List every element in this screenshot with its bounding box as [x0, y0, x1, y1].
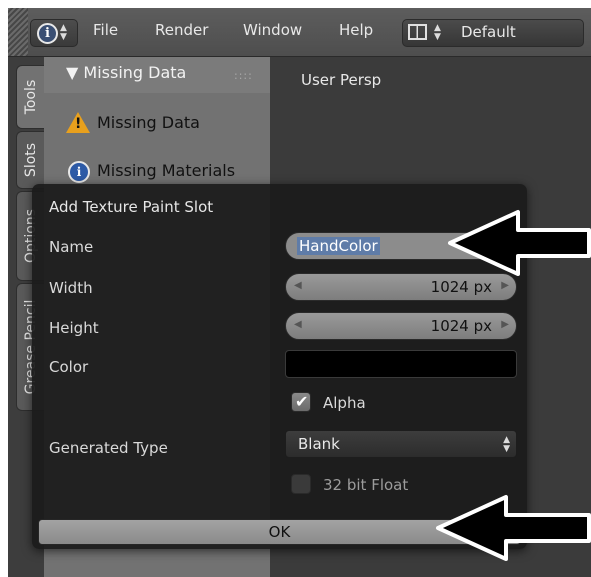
color-swatch[interactable]	[285, 350, 517, 378]
menu-file[interactable]: File	[93, 21, 118, 39]
tab-label: Slots	[22, 142, 39, 178]
top-header: i ▲ ▼ File Render Window Help ▲ ▼ Default	[8, 8, 591, 57]
checkmark-icon: ✔	[295, 392, 309, 411]
viewport-perspective-label: User Persp	[301, 71, 382, 89]
missing-materials-label: Missing Materials	[97, 161, 236, 180]
area-split-handle[interactable]	[8, 8, 28, 56]
updown-arrows-icon: ▲ ▼	[434, 23, 441, 42]
alpha-checkbox[interactable]: ✔	[291, 392, 311, 412]
panel-title: ▼ Missing Data	[66, 63, 187, 82]
dialog-title: Add Texture Paint Slot	[49, 198, 214, 216]
increment-arrow-icon[interactable]: ▶	[501, 280, 509, 291]
ok-label: OK	[268, 523, 291, 541]
warning-icon	[66, 112, 90, 133]
info-icon: i	[37, 23, 58, 44]
layout-name: Default	[461, 23, 516, 41]
width-value: 1024 px	[430, 278, 492, 296]
annotation-arrow-ok-icon	[436, 495, 591, 561]
increment-arrow-icon[interactable]: ▶	[501, 319, 509, 330]
menu-render[interactable]: Render	[155, 21, 208, 39]
layout-icon	[408, 24, 427, 40]
blender-window: i ▲ ▼ File Render Window Help ▲ ▼ Default …	[8, 8, 591, 577]
menu-window[interactable]: Window	[243, 21, 302, 39]
panel-header-missing-data[interactable]: ▼ Missing Data ::::	[44, 57, 270, 93]
32bit-float-label: 32 bit Float	[323, 476, 409, 494]
name-input-value: HandColor	[297, 237, 380, 255]
annotation-arrow-name-icon	[448, 210, 591, 276]
height-label: Height	[49, 319, 99, 337]
32bit-float-checkbox[interactable]	[291, 474, 311, 494]
drag-grip-icon[interactable]: ::::	[234, 69, 253, 82]
name-label: Name	[49, 238, 94, 256]
generated-type-dropdown[interactable]: Blank ▲ ▼	[285, 430, 517, 458]
info-icon: i	[68, 161, 90, 183]
screen-layout-selector[interactable]: ▲ ▼ Default	[402, 19, 584, 47]
generated-type-label: Generated Type	[49, 439, 168, 457]
height-field[interactable]: ◀ 1024 px ▶	[285, 312, 517, 340]
tab-slots[interactable]: Slots	[16, 131, 44, 189]
decrement-arrow-icon[interactable]: ◀	[294, 280, 302, 291]
updown-arrows-icon: ▲ ▼	[503, 435, 510, 454]
height-value: 1024 px	[430, 317, 492, 335]
updown-arrows-icon: ▲ ▼	[60, 23, 67, 42]
tab-label: Tools	[22, 79, 39, 115]
tab-tools[interactable]: Tools	[16, 65, 44, 129]
alpha-label: Alpha	[323, 394, 366, 412]
missing-data-label: Missing Data	[97, 113, 200, 132]
menu-help[interactable]: Help	[339, 21, 373, 39]
decrement-arrow-icon[interactable]: ◀	[294, 319, 302, 330]
editor-type-button[interactable]: i ▲ ▼	[30, 19, 78, 47]
color-label: Color	[49, 358, 89, 376]
width-label: Width	[49, 279, 93, 297]
generated-type-value: Blank	[298, 435, 340, 453]
